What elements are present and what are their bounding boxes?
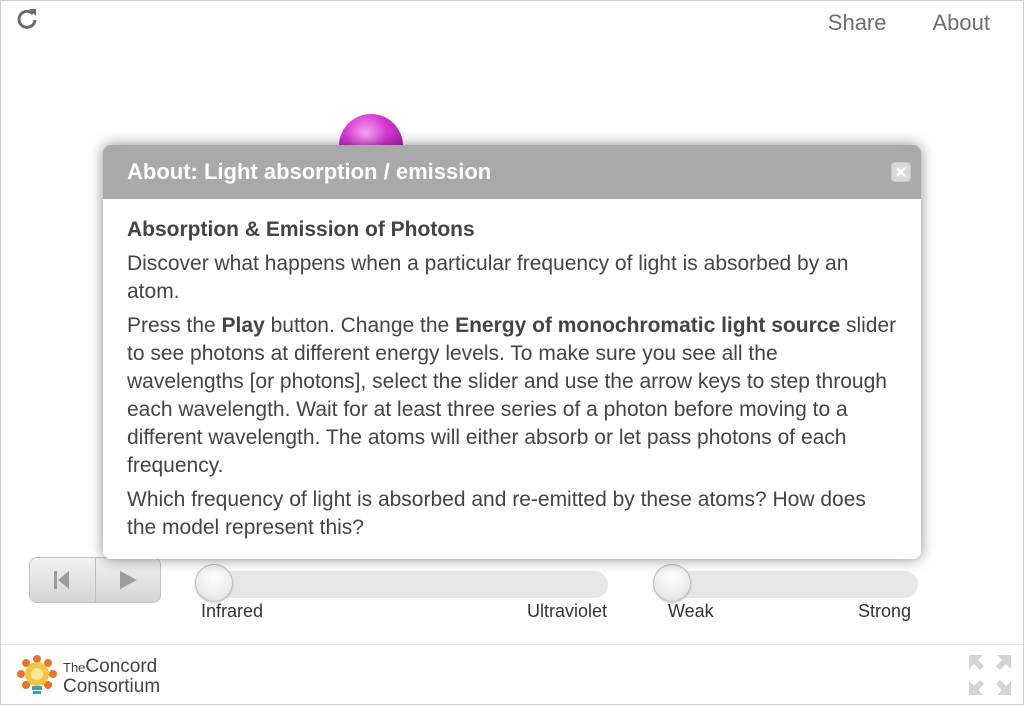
about-dialog: About: Light absorption / emission Absor… [103,145,921,559]
p2-text-a: Press the [127,314,222,337]
footer: TheConcord Consortium [1,644,1023,704]
reload-icon[interactable] [14,6,40,32]
dialog-paragraph-3: Which frequency of light is absorbed and… [127,488,866,539]
dialog-body: Absorption & Emission of Photons Discove… [103,199,921,542]
p2-text-c: slider to see photons at different energ… [127,314,897,477]
energy-min-label: Infrared [201,601,264,621]
share-link[interactable]: Share [828,10,887,36]
about-link[interactable]: About [933,10,991,36]
top-nav: Share About [828,10,990,36]
intensity-slider-handle[interactable] [653,564,691,602]
step-back-button[interactable] [30,558,95,602]
intensity-max-label: Strong [858,601,912,621]
close-button[interactable] [891,162,911,182]
logo-consortium: Consortium [63,675,161,697]
intensity-slider[interactable] [653,564,918,602]
step-back-icon [54,571,70,589]
energy-slider[interactable] [195,564,608,602]
concord-logo[interactable]: TheConcord Consortium [15,653,160,699]
logo-concord: Concord [85,655,158,677]
fullscreen-icon[interactable] [967,653,1013,697]
dialog-paragraph-2: Press the Play button. Change the Energy… [127,312,897,480]
play-icon [119,571,137,589]
energy-slider-handle[interactable] [195,564,233,602]
dialog-heading: Absorption & Emission of Photons [127,218,475,241]
energy-max-label: Ultraviolet [527,601,608,621]
close-icon [896,167,906,177]
dialog-paragraph-1: Discover what happens when a particular … [127,252,849,303]
dialog-header: About: Light absorption / emission [103,145,921,199]
dialog-title: About: Light absorption / emission [127,159,492,184]
logo-the: The [63,659,86,675]
p2-play-emphasis: Play [221,314,265,337]
playback-controls [29,557,161,603]
intensity-min-label: Weak [668,601,714,621]
p2-text-b: button. Change the [264,314,456,337]
lightbulb-logo-icon [17,655,57,694]
play-button[interactable] [94,558,161,602]
p2-slider-emphasis: Energy of monochromatic light source [455,314,841,337]
